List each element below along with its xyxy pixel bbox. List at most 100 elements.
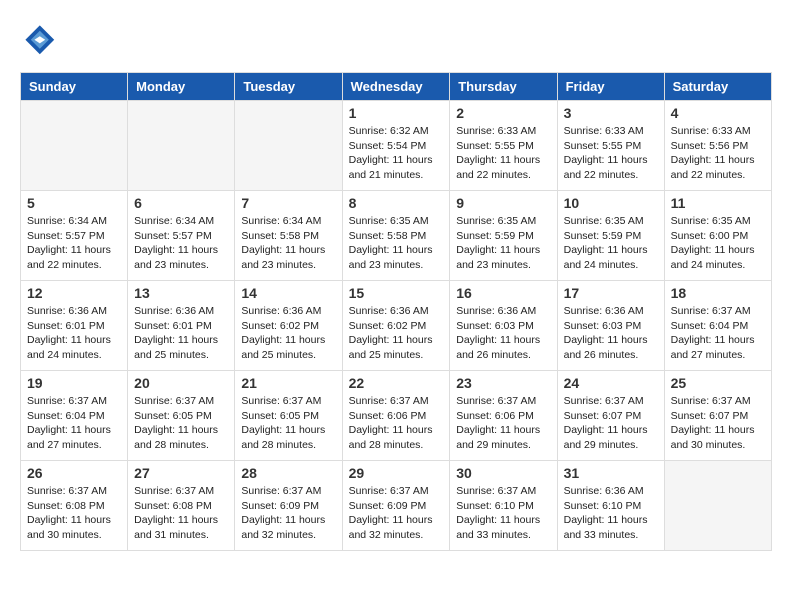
calendar-cell: 5 Sunrise: 6:34 AM Sunset: 5:57 PM Daylig… [21,191,128,281]
day-info: Sunrise: 6:37 AM Sunset: 6:05 PM Dayligh… [134,394,228,453]
day-info: Sunrise: 6:37 AM Sunset: 6:05 PM Dayligh… [241,394,335,453]
calendar-cell: 4 Sunrise: 6:33 AM Sunset: 5:56 PM Daylig… [664,101,771,191]
day-info: Sunrise: 6:37 AM Sunset: 6:08 PM Dayligh… [27,484,121,543]
day-info: Sunrise: 6:34 AM Sunset: 5:57 PM Dayligh… [134,214,228,273]
calendar-cell: 29 Sunrise: 6:37 AM Sunset: 6:09 PM Dayli… [342,461,450,551]
logo [20,20,60,56]
calendar-cell: 2 Sunrise: 6:33 AM Sunset: 5:55 PM Daylig… [450,101,557,191]
calendar-cell: 16 Sunrise: 6:36 AM Sunset: 6:03 PM Dayli… [450,281,557,371]
calendar-cell: 15 Sunrise: 6:36 AM Sunset: 6:02 PM Dayli… [342,281,450,371]
calendar-cell: 19 Sunrise: 6:37 AM Sunset: 6:04 PM Dayli… [21,371,128,461]
day-number: 11 [671,195,765,211]
day-number: 4 [671,105,765,121]
calendar-cell: 8 Sunrise: 6:35 AM Sunset: 5:58 PM Daylig… [342,191,450,281]
calendar-cell: 9Sunrise: 6:35 AM Sunset: 5:59 PM Daylig… [450,191,557,281]
calendar-cell: 22Sunrise: 6:37 AM Sunset: 6:06 PM Dayli… [342,371,450,461]
day-info: Sunrise: 6:36 AM Sunset: 6:02 PM Dayligh… [349,304,444,363]
day-info: Sunrise: 6:37 AM Sunset: 6:10 PM Dayligh… [456,484,550,543]
calendar-cell: 1 Sunrise: 6:32 AM Sunset: 5:54 PM Daylig… [342,101,450,191]
calendar-week-row: 1 Sunrise: 6:32 AM Sunset: 5:54 PM Daylig… [21,101,772,191]
day-info: Sunrise: 6:37 AM Sunset: 6:04 PM Dayligh… [671,304,765,363]
day-info: Sunrise: 6:37 AM Sunset: 6:09 PM Dayligh… [349,484,444,543]
day-info: Sunrise: 6:37 AM Sunset: 6:06 PM Dayligh… [456,394,550,453]
header-friday: Friday [557,73,664,101]
day-number: 1 [349,105,444,121]
day-number: 7 [241,195,335,211]
calendar-cell [235,101,342,191]
header-thursday: Thursday [450,73,557,101]
calendar-cell: 31Sunrise: 6:36 AM Sunset: 6:10 PM Dayli… [557,461,664,551]
day-info: Sunrise: 6:34 AM Sunset: 5:57 PM Dayligh… [27,214,121,273]
day-info: Sunrise: 6:34 AM Sunset: 5:58 PM Dayligh… [241,214,335,273]
calendar-header-row: SundayMondayTuesdayWednesdayThursdayFrid… [21,73,772,101]
day-number: 29 [349,465,444,481]
day-number: 25 [671,375,765,391]
day-number: 28 [241,465,335,481]
calendar-cell [128,101,235,191]
calendar-cell: 3 Sunrise: 6:33 AM Sunset: 5:55 PM Daylig… [557,101,664,191]
calendar-week-row: 26 Sunrise: 6:37 AM Sunset: 6:08 PM Dayli… [21,461,772,551]
day-number: 24 [564,375,658,391]
calendar-cell: 14 Sunrise: 6:36 AM Sunset: 6:02 PM Dayli… [235,281,342,371]
calendar-cell: 28 Sunrise: 6:37 AM Sunset: 6:09 PM Dayli… [235,461,342,551]
calendar-cell: 20 Sunrise: 6:37 AM Sunset: 6:05 PM Dayli… [128,371,235,461]
header-wednesday: Wednesday [342,73,450,101]
day-number: 15 [349,285,444,301]
day-number: 26 [27,465,121,481]
day-number: 14 [241,285,335,301]
day-number: 17 [564,285,658,301]
day-info: Sunrise: 6:35 AM Sunset: 5:59 PM Dayligh… [564,214,658,273]
day-info: Sunrise: 6:33 AM Sunset: 5:55 PM Dayligh… [456,124,550,183]
day-number: 20 [134,375,228,391]
day-info: Sunrise: 6:35 AM Sunset: 6:00 PM Dayligh… [671,214,765,273]
day-number: 16 [456,285,550,301]
calendar-cell: 27Sunrise: 6:37 AM Sunset: 6:08 PM Dayli… [128,461,235,551]
day-number: 3 [564,105,658,121]
day-number: 19 [27,375,121,391]
calendar-cell: 10 Sunrise: 6:35 AM Sunset: 5:59 PM Dayli… [557,191,664,281]
day-number: 10 [564,195,658,211]
header-monday: Monday [128,73,235,101]
day-info: Sunrise: 6:36 AM Sunset: 6:01 PM Dayligh… [134,304,228,363]
calendar-week-row: 19 Sunrise: 6:37 AM Sunset: 6:04 PM Dayli… [21,371,772,461]
day-number: 21 [241,375,335,391]
calendar-cell: 23 Sunrise: 6:37 AM Sunset: 6:06 PM Dayli… [450,371,557,461]
day-number: 22 [349,375,444,391]
day-info: Sunrise: 6:37 AM Sunset: 6:09 PM Dayligh… [241,484,335,543]
calendar-cell: 21 Sunrise: 6:37 AM Sunset: 6:05 PM Dayli… [235,371,342,461]
day-info: Sunrise: 6:37 AM Sunset: 6:04 PM Dayligh… [27,394,121,453]
day-number: 23 [456,375,550,391]
day-info: Sunrise: 6:35 AM Sunset: 5:58 PM Dayligh… [349,214,444,273]
day-number: 5 [27,195,121,211]
header-tuesday: Tuesday [235,73,342,101]
day-info: Sunrise: 6:32 AM Sunset: 5:54 PM Dayligh… [349,124,444,183]
day-number: 8 [349,195,444,211]
calendar-cell: 24Sunrise: 6:37 AM Sunset: 6:07 PM Dayli… [557,371,664,461]
header-saturday: Saturday [664,73,771,101]
calendar-cell: 30 Sunrise: 6:37 AM Sunset: 6:10 PM Dayli… [450,461,557,551]
calendar-cell: 17 Sunrise: 6:36 AM Sunset: 6:03 PM Dayli… [557,281,664,371]
calendar-cell: 11 Sunrise: 6:35 AM Sunset: 6:00 PM Dayli… [664,191,771,281]
calendar-cell [21,101,128,191]
calendar-cell: 25 Sunrise: 6:37 AM Sunset: 6:07 PM Dayli… [664,371,771,461]
calendar-cell: 6 Sunrise: 6:34 AM Sunset: 5:57 PM Daylig… [128,191,235,281]
day-number: 30 [456,465,550,481]
day-info: Sunrise: 6:36 AM Sunset: 6:02 PM Dayligh… [241,304,335,363]
day-number: 6 [134,195,228,211]
day-info: Sunrise: 6:36 AM Sunset: 6:01 PM Dayligh… [27,304,121,363]
calendar-cell: 12Sunrise: 6:36 AM Sunset: 6:01 PM Dayli… [21,281,128,371]
day-info: Sunrise: 6:33 AM Sunset: 5:56 PM Dayligh… [671,124,765,183]
day-info: Sunrise: 6:37 AM Sunset: 6:07 PM Dayligh… [671,394,765,453]
day-number: 2 [456,105,550,121]
day-info: Sunrise: 6:33 AM Sunset: 5:55 PM Dayligh… [564,124,658,183]
calendar-table: SundayMondayTuesdayWednesdayThursdayFrid… [20,72,772,551]
day-info: Sunrise: 6:36 AM Sunset: 6:03 PM Dayligh… [456,304,550,363]
day-info: Sunrise: 6:36 AM Sunset: 6:10 PM Dayligh… [564,484,658,543]
header-sunday: Sunday [21,73,128,101]
day-number: 13 [134,285,228,301]
calendar-week-row: 5 Sunrise: 6:34 AM Sunset: 5:57 PM Daylig… [21,191,772,281]
day-number: 9 [456,195,550,211]
page-header [20,20,772,56]
day-info: Sunrise: 6:36 AM Sunset: 6:03 PM Dayligh… [564,304,658,363]
calendar-cell: 13 Sunrise: 6:36 AM Sunset: 6:01 PM Dayli… [128,281,235,371]
